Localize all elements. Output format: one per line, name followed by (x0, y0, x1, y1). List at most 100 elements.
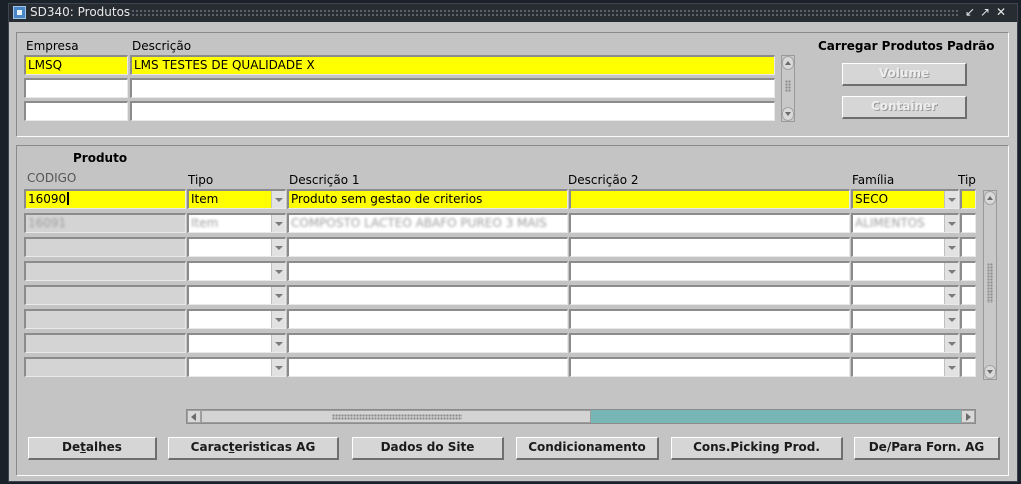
tipo2-field[interactable] (960, 357, 976, 377)
descricao2-field[interactable] (569, 261, 850, 281)
dropdown-arrow-icon[interactable] (944, 191, 958, 208)
scroll-down-icon[interactable] (984, 365, 996, 379)
tipo2-field[interactable] (960, 261, 976, 281)
descricao1-field[interactable]: Produto sem gestao de criterios (287, 189, 568, 209)
dropdown-arrow-icon[interactable] (271, 239, 285, 256)
dropdown-arrow-icon[interactable] (271, 191, 285, 208)
title-bar[interactable]: SD340: Produtos ↙ ↗ ✕ (9, 4, 1017, 22)
descricao2-field[interactable] (569, 189, 850, 209)
empresa-field[interactable]: LMSQ (24, 55, 128, 75)
produto-vscroll[interactable] (983, 190, 997, 380)
dropdown-arrow-icon[interactable] (944, 239, 958, 256)
scroll-grip[interactable] (785, 80, 791, 92)
familia-select[interactable] (851, 333, 959, 353)
produtos-window: SD340: Produtos ↙ ↗ ✕ Empresa Descrição … (8, 3, 1018, 482)
scroll-left-icon[interactable] (187, 410, 201, 423)
tipo-select[interactable] (187, 285, 286, 305)
depara-forn-ag-button[interactable]: De/Para Forn. AG (854, 437, 1000, 460)
dropdown-arrow-icon[interactable] (944, 263, 958, 280)
familia-select[interactable]: ALIMENTOS (851, 213, 959, 233)
scroll-up-icon[interactable] (782, 56, 794, 70)
codigo-field[interactable] (24, 333, 186, 353)
hscroll-grip (332, 414, 462, 420)
tipo2-field[interactable] (960, 213, 976, 233)
descricao1-field[interactable] (287, 333, 568, 353)
tipo-select[interactable] (187, 357, 286, 377)
descricao-field[interactable] (130, 101, 775, 121)
scroll-down-icon[interactable] (782, 107, 794, 121)
dropdown-arrow-icon[interactable] (271, 359, 285, 376)
familia-select[interactable] (851, 285, 959, 305)
scroll-up-icon[interactable] (984, 191, 996, 205)
scroll-right-icon[interactable] (961, 410, 975, 423)
tipo-select[interactable] (187, 261, 286, 281)
restore-icon[interactable]: ↗ (978, 5, 992, 20)
descricao2-field[interactable] (569, 333, 850, 353)
produto-frame: Produto CODIGO Tipo Descrição 1 Descriçã… (16, 145, 1009, 476)
dropdown-arrow-icon[interactable] (271, 215, 285, 232)
descricao-field[interactable]: LMS TESTES DE QUALIDADE X (130, 55, 775, 75)
tipo-select[interactable] (187, 237, 286, 257)
dropdown-arrow-icon[interactable] (944, 311, 958, 328)
produto-hscroll[interactable] (186, 409, 976, 424)
tipo2-field[interactable] (960, 309, 976, 329)
dropdown-arrow-icon[interactable] (944, 215, 958, 232)
dropdown-arrow-icon[interactable] (944, 287, 958, 304)
familia-select[interactable]: SECO (851, 189, 959, 209)
dropdown-arrow-icon[interactable] (271, 335, 285, 352)
tipo2-header: Tip (958, 173, 976, 187)
caracteristicas-ag-button[interactable]: Caracteristicas AG (168, 437, 339, 460)
descricao2-field[interactable] (569, 309, 850, 329)
tipo-select[interactable]: Item (187, 213, 286, 233)
tipo-select[interactable] (187, 333, 286, 353)
tipo-select[interactable] (187, 309, 286, 329)
detalhes-button[interactable]: Detalhes (28, 437, 157, 460)
descricao1-field[interactable] (287, 309, 568, 329)
minimize-icon[interactable]: ↙ (963, 5, 977, 20)
close-icon[interactable]: ✕ (994, 5, 1008, 20)
dropdown-arrow-icon[interactable] (271, 311, 285, 328)
tipo2-field[interactable] (960, 333, 976, 353)
descricao1-field[interactable] (287, 261, 568, 281)
descricao1-field[interactable] (287, 285, 568, 305)
codigo-field[interactable]: 16090 (24, 189, 186, 209)
scroll-grip[interactable] (987, 263, 993, 303)
descricao-field[interactable] (130, 78, 775, 98)
dropdown-arrow-icon[interactable] (944, 359, 958, 376)
dados-do-site-button[interactable]: Dados do Site (352, 437, 504, 460)
codigo-field[interactable] (24, 309, 186, 329)
codigo-field[interactable] (24, 261, 186, 281)
familia-select[interactable] (851, 237, 959, 257)
hscroll-thumb[interactable] (201, 410, 591, 423)
tipo2-field[interactable] (960, 237, 976, 257)
descricao2-field[interactable] (569, 237, 850, 257)
dropdown-arrow-icon[interactable] (944, 335, 958, 352)
carregar-title: Carregar Produtos Padrão (818, 39, 995, 53)
codigo-field[interactable] (24, 357, 186, 377)
descricao1-field[interactable]: COMPOSTO LACTEO ABAFO PUREO 3 MAIS (287, 213, 568, 233)
dropdown-arrow-icon[interactable] (271, 263, 285, 280)
familia-select[interactable] (851, 261, 959, 281)
familia-select[interactable] (851, 357, 959, 377)
descricao2-field[interactable] (569, 213, 850, 233)
codigo-field[interactable] (24, 237, 186, 257)
codigo-field[interactable] (24, 285, 186, 305)
container-button[interactable]: Container (842, 96, 967, 119)
tipo2-field[interactable] (960, 189, 976, 209)
empresa-label: Empresa (26, 39, 79, 53)
dropdown-arrow-icon[interactable] (271, 287, 285, 304)
empresa-field[interactable] (24, 101, 128, 121)
familia-select[interactable] (851, 309, 959, 329)
empresa-vscroll[interactable] (781, 55, 795, 122)
descricao2-field[interactable] (569, 285, 850, 305)
descricao1-field[interactable] (287, 237, 568, 257)
tipo2-field[interactable] (960, 285, 976, 305)
codigo-field[interactable]: 16091 (24, 213, 186, 233)
descricao1-field[interactable] (287, 357, 568, 377)
volume-button[interactable]: Volume (842, 63, 967, 86)
cons-picking-button[interactable]: Cons.Picking Prod. (671, 437, 843, 460)
descricao2-field[interactable] (569, 357, 850, 377)
tipo-select[interactable]: Item (187, 189, 286, 209)
empresa-field[interactable] (24, 78, 128, 98)
condicionamento-button[interactable]: Condicionamento (516, 437, 659, 460)
